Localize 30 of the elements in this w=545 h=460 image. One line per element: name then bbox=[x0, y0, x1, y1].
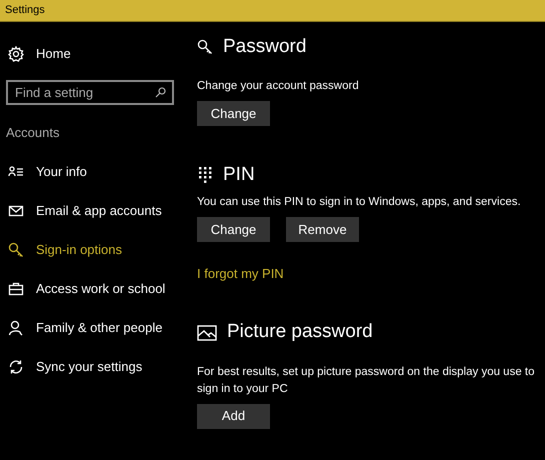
section-heading: Password bbox=[223, 34, 306, 59]
settings-icon bbox=[8, 46, 24, 62]
section-description: Change your account password bbox=[197, 79, 360, 94]
key-icon bbox=[197, 39, 213, 55]
nav-item[interactable]: Sync your settings bbox=[0, 347, 180, 386]
keypad-icon bbox=[197, 166, 213, 184]
nav-item[interactable]: Sign-in options bbox=[0, 230, 180, 269]
person-icon bbox=[8, 320, 24, 336]
window-title: Settings bbox=[5, 3, 45, 18]
action-button[interactable]: Remove bbox=[286, 217, 359, 242]
forgot-pin-link[interactable]: I forgot my PIN bbox=[197, 264, 284, 284]
section-description: For best results, set up picture password on the display you use to sign in to your PC bbox=[197, 364, 536, 396]
action-button[interactable]: Add bbox=[197, 404, 270, 428]
sync-icon bbox=[8, 358, 24, 374]
action-button[interactable]: Change bbox=[197, 217, 270, 242]
search-icon bbox=[155, 87, 166, 98]
section-heading: PIN bbox=[223, 162, 255, 187]
search-field[interactable]: Find a setting bbox=[6, 80, 174, 105]
section-heading: Picture password bbox=[227, 320, 373, 344]
nav-item[interactable]: Family & other people bbox=[0, 308, 180, 347]
briefcase-icon bbox=[8, 280, 24, 296]
home-nav-item[interactable]: Home bbox=[0, 42, 180, 66]
section-description: You can use this PIN to sign in to Windows, apps, and services. bbox=[197, 195, 522, 210]
action-button[interactable]: Change bbox=[197, 101, 270, 126]
nav-item[interactable]: Email & app accounts bbox=[0, 191, 180, 230]
nav-item[interactable]: Your info bbox=[0, 152, 180, 191]
key-icon bbox=[8, 242, 24, 258]
nav-item[interactable]: Access work or school bbox=[0, 269, 180, 308]
section-label: Accounts bbox=[5, 124, 60, 142]
image-icon bbox=[197, 324, 217, 342]
